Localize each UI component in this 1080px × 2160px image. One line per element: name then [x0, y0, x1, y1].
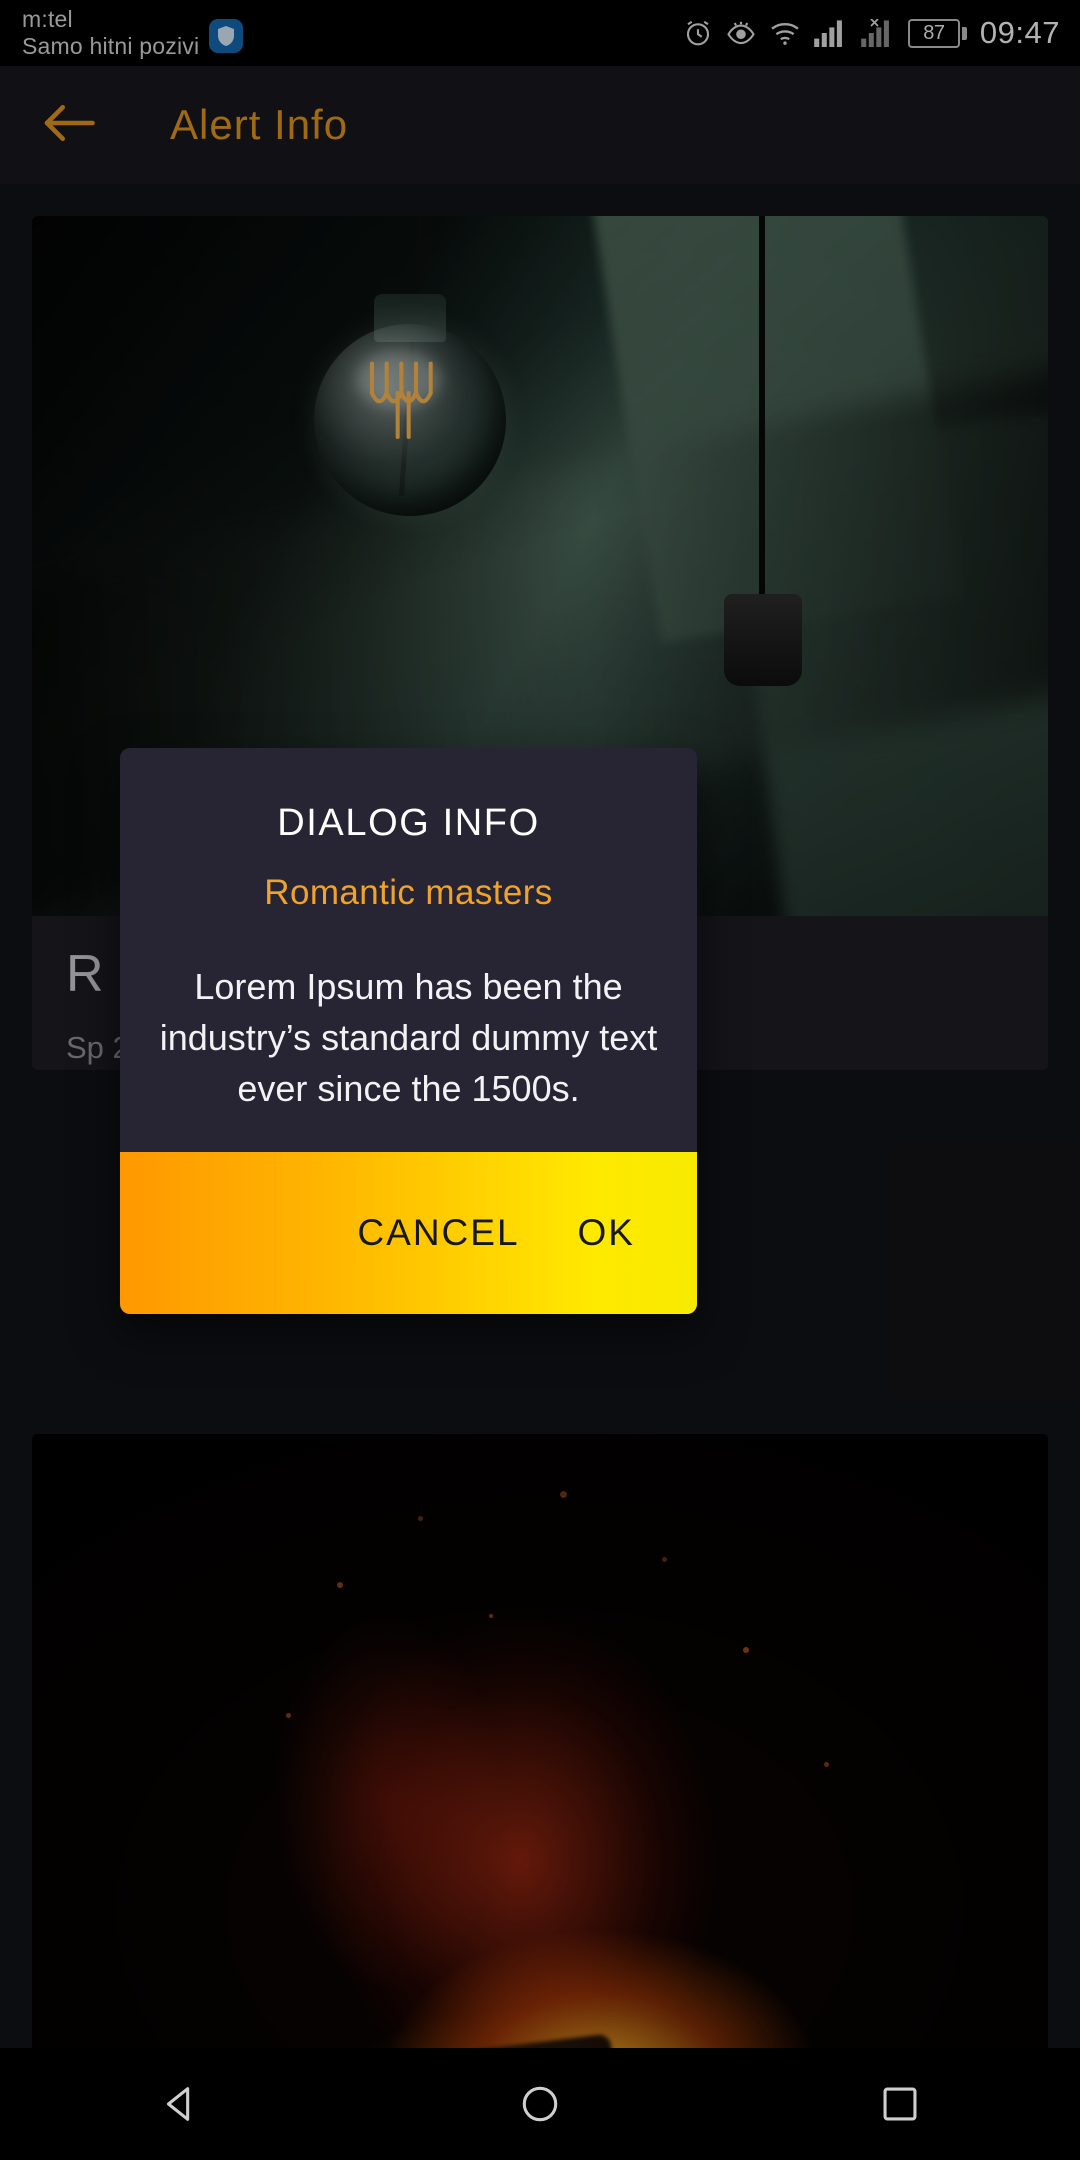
nav-back-triangle-icon: [157, 2081, 203, 2127]
ok-button[interactable]: OK: [578, 1212, 635, 1254]
dialog-actions: CANCEL OK: [120, 1152, 697, 1315]
dialog-content: DIALOG INFO Romantic masters Lorem Ipsum…: [120, 748, 697, 1152]
nav-recents-button[interactable]: [810, 2081, 990, 2127]
nav-recents-square-icon: [877, 2081, 923, 2127]
nav-home-circle-icon: [517, 2081, 563, 2127]
dialog-message: Lorem Ipsum has been the industry’s stan…: [159, 966, 658, 1110]
cancel-button[interactable]: CANCEL: [357, 1212, 519, 1254]
nav-back-button[interactable]: [90, 2081, 270, 2127]
dialog-title: DIALOG INFO: [277, 802, 540, 844]
phone-screen: m:tel Samo hitni pozivi 87 09:47 Alert I…: [0, 0, 1080, 2160]
navigation-bar: [0, 2048, 1080, 2160]
dialog-subtitle: Romantic masters: [264, 873, 553, 912]
alert-dialog: DIALOG INFO Romantic masters Lorem Ipsum…: [120, 748, 697, 1315]
nav-home-button[interactable]: [450, 2081, 630, 2127]
